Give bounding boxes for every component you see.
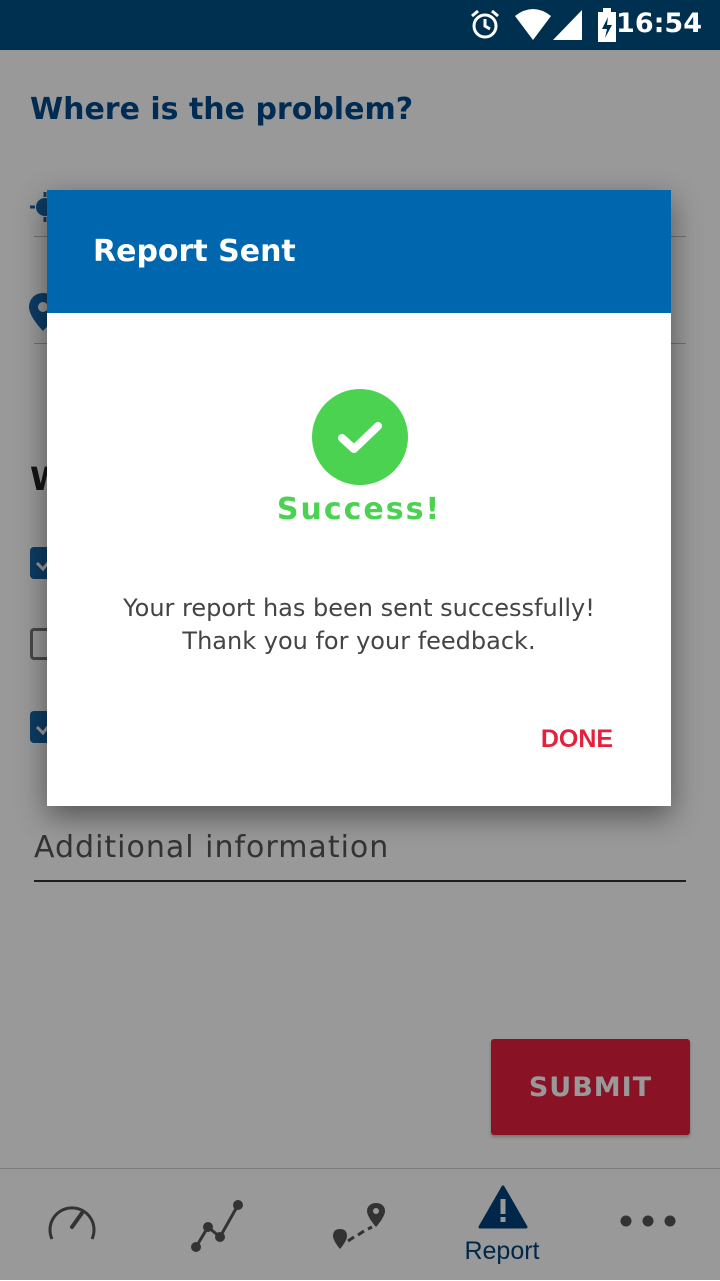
status-bar: 16:54 <box>0 0 720 50</box>
success-status-text: Success! <box>276 492 442 527</box>
report-sent-dialog: Report Sent Success! Your report has bee… <box>47 190 671 806</box>
wifi-icon <box>515 9 551 40</box>
dialog-message-line-2: Thank you for your feedback. <box>182 627 536 655</box>
success-check-icon <box>312 389 408 485</box>
alarm-icon <box>471 9 499 39</box>
status-time: 16:54 <box>616 8 702 39</box>
done-button[interactable]: DONE <box>517 712 637 766</box>
dialog-header: Report Sent <box>47 190 671 313</box>
dialog-message-line-1: Your report has been sent successfully! <box>123 594 595 622</box>
dialog-title: Report Sent <box>93 234 296 269</box>
cell-signal-icon <box>553 10 582 40</box>
battery-charging-icon <box>598 8 616 42</box>
